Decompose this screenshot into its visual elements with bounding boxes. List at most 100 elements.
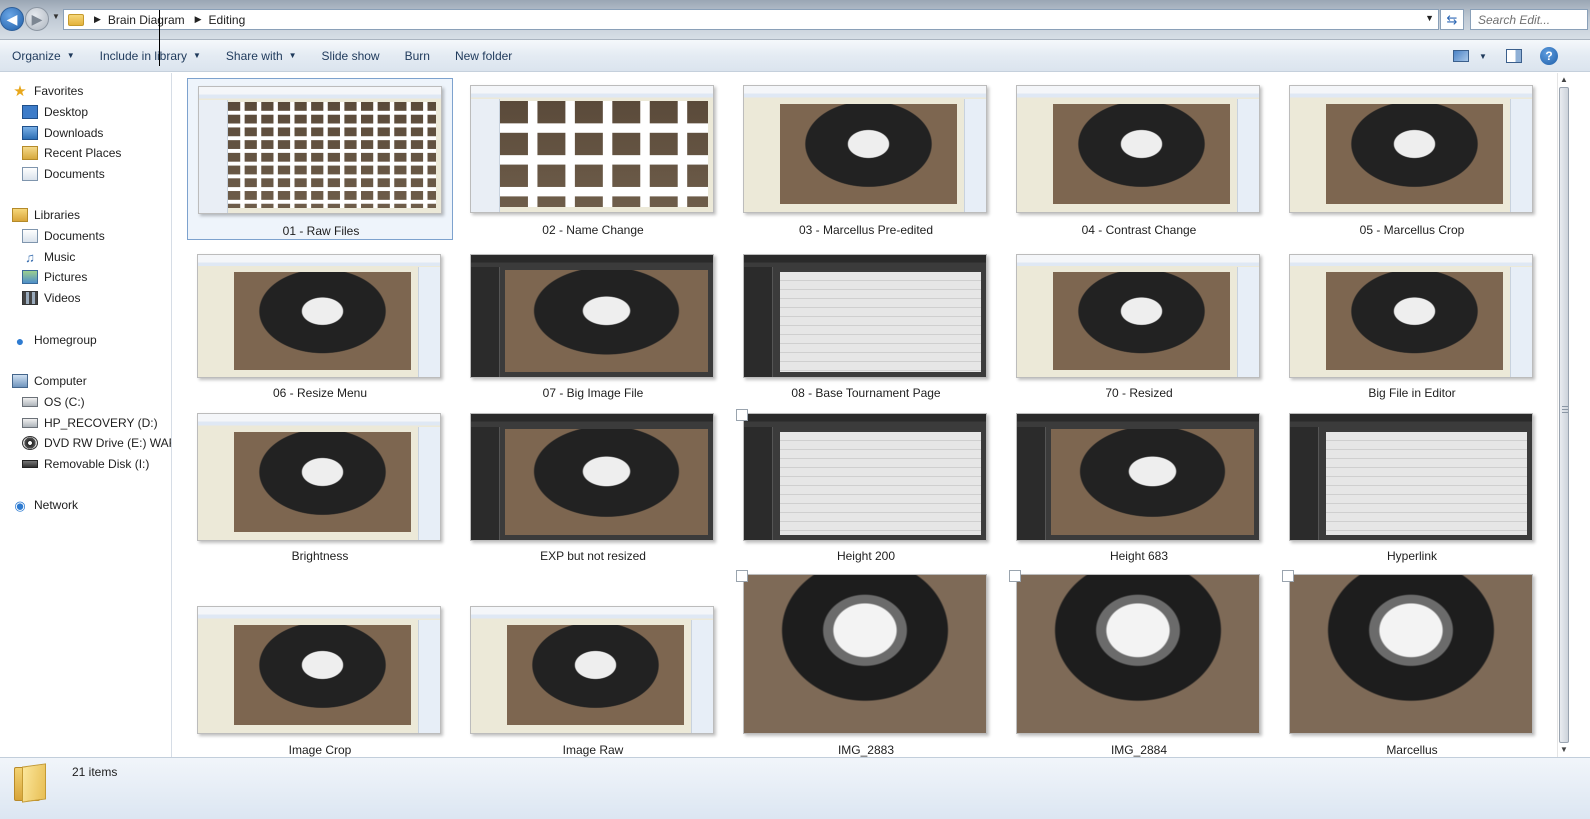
organize-menu[interactable]: Organize ▼: [12, 45, 82, 67]
sidebar-item-dvd-drive[interactable]: DVD RW Drive (E:) WAR2: [22, 433, 172, 453]
file-item[interactable]: Height 683: [1006, 406, 1272, 566]
homegroup-icon: ●: [15, 333, 25, 349]
file-item[interactable]: Hyperlink: [1279, 406, 1545, 566]
select-checkbox[interactable]: [1282, 570, 1294, 582]
chevron-down-icon: ▼: [288, 51, 297, 60]
chevron-down-icon: ▼: [66, 51, 75, 60]
file-thumbnail: [198, 86, 442, 214]
forward-button[interactable]: ▶: [25, 7, 49, 31]
sidebar-item-label: Music: [44, 250, 76, 264]
sidebar-item-libraries[interactable]: Libraries: [12, 205, 80, 225]
file-thumbnail: [470, 606, 714, 734]
preview-pane-button[interactable]: [1503, 46, 1525, 66]
scroll-grip-icon: [1562, 406, 1568, 414]
file-item[interactable]: Marcellus: [1279, 567, 1545, 757]
sidebar-item-removable-disk[interactable]: Removable Disk (I:): [22, 454, 149, 474]
file-item[interactable]: Big File in Editor: [1279, 247, 1545, 403]
recent-pages-dropdown[interactable]: ▼: [52, 12, 60, 21]
file-thumbnail: [1016, 574, 1260, 734]
refresh-button[interactable]: ⇆: [1440, 9, 1464, 30]
sidebar-item-label: DVD RW Drive (E:) WAR2: [44, 436, 172, 450]
recent-places-icon: [22, 146, 38, 160]
include-in-library-menu[interactable]: Include in library ▼: [100, 45, 208, 67]
sidebar-item-recent-places[interactable]: Recent Places: [22, 143, 121, 163]
select-checkbox[interactable]: [736, 409, 748, 421]
file-thumbnail: [1016, 85, 1260, 213]
sidebar-item-label: Network: [34, 498, 79, 512]
scrollbar-thumb[interactable]: [1559, 87, 1569, 743]
sidebar-item-os-c[interactable]: OS (C:): [22, 392, 85, 412]
file-item[interactable]: IMG_2883: [733, 567, 999, 757]
file-name: 08 - Base Tournament Page: [791, 386, 941, 400]
libraries-icon: [12, 208, 28, 222]
sidebar-item-music[interactable]: ♫ Music: [22, 247, 75, 267]
file-thumbnail: [470, 254, 714, 378]
file-item[interactable]: 05 - Marcellus Crop: [1279, 78, 1545, 240]
file-item[interactable]: 06 - Resize Menu: [187, 247, 453, 403]
scroll-down-icon[interactable]: ▼: [1558, 743, 1570, 757]
pictures-icon: [22, 270, 38, 284]
file-thumbnail: [1289, 254, 1533, 378]
videos-icon: [22, 291, 38, 305]
organize-label: Organize: [12, 48, 61, 63]
file-item[interactable]: 01 - Raw Files: [187, 78, 453, 240]
new-folder-button[interactable]: New folder: [455, 45, 519, 67]
slide-show-button[interactable]: Slide show: [322, 45, 387, 67]
sidebar-item-network[interactable]: ◉ Network: [12, 495, 78, 515]
star-icon: ★: [13, 83, 27, 100]
documents-icon: [22, 229, 38, 243]
change-view-button[interactable]: [1450, 46, 1472, 66]
back-button[interactable]: ◀: [0, 7, 24, 31]
file-item[interactable]: EXP but not resized: [460, 406, 726, 566]
file-thumbnail: [470, 85, 714, 213]
file-item[interactable]: Image Crop: [187, 567, 453, 757]
file-item[interactable]: Image Raw: [460, 567, 726, 757]
include-in-library-label: Include in library: [99, 48, 187, 63]
file-name: Big File in Editor: [1368, 386, 1456, 400]
sidebar-item-documents[interactable]: Documents: [22, 164, 105, 184]
chevron-right-icon[interactable]: ▶: [195, 14, 202, 25]
file-name: Image Crop: [288, 743, 352, 757]
file-thumbnail: [197, 254, 441, 378]
select-checkbox[interactable]: [1009, 570, 1021, 582]
sidebar-item-videos[interactable]: Videos: [22, 288, 80, 308]
file-item[interactable]: 07 - Big Image File: [460, 247, 726, 403]
file-item[interactable]: 70 - Resized: [1006, 247, 1272, 403]
sidebar-item-label: Computer: [34, 374, 87, 388]
music-icon: ♫: [25, 250, 35, 265]
sidebar-item-homegroup[interactable]: ● Homegroup: [12, 330, 97, 350]
file-item[interactable]: Brightness: [187, 406, 453, 566]
downloads-icon: [22, 126, 38, 140]
sidebar-item-downloads[interactable]: Downloads: [22, 123, 103, 143]
select-checkbox[interactable]: [736, 570, 748, 582]
file-item[interactable]: 08 - Base Tournament Page: [733, 247, 999, 403]
sidebar-item-library-documents[interactable]: Documents: [22, 226, 105, 246]
file-item[interactable]: 02 - Name Change: [460, 78, 726, 240]
vertical-scrollbar[interactable]: ▲ ▼: [1557, 73, 1570, 757]
chevron-right-icon[interactable]: ▶: [94, 14, 101, 25]
sidebar-item-computer[interactable]: Computer: [12, 371, 87, 391]
help-button[interactable]: ?: [1538, 46, 1560, 66]
file-item[interactable]: 04 - Contrast Change: [1006, 78, 1272, 240]
breadcrumb-editing[interactable]: Editing: [209, 13, 246, 27]
file-item[interactable]: IMG_2884: [1006, 567, 1272, 757]
sidebar-item-pictures[interactable]: Pictures: [22, 267, 87, 287]
sidebar-item-hp-recovery[interactable]: HP_RECOVERY (D:): [22, 413, 158, 433]
scroll-up-icon[interactable]: ▲: [1558, 73, 1570, 87]
sidebar-item-favorites[interactable]: ★ Favorites: [12, 81, 83, 101]
hard-drive-icon: [22, 418, 38, 428]
file-name: EXP but not resized: [540, 549, 646, 563]
sidebar-item-desktop[interactable]: Desktop: [22, 102, 88, 122]
share-with-menu[interactable]: Share with ▼: [226, 45, 304, 67]
file-name: Height 200: [836, 549, 896, 563]
file-thumbnail: [197, 413, 441, 541]
chevron-down-icon[interactable]: ▼: [1425, 13, 1434, 23]
search-input[interactable]: Search Edit...: [1470, 9, 1588, 30]
breadcrumb-brain-diagram[interactable]: Brain Diagram: [108, 13, 185, 27]
burn-button[interactable]: Burn: [405, 45, 437, 67]
file-item[interactable]: 03 - Marcellus Pre-edited: [733, 78, 999, 240]
file-name: 01 - Raw Files: [282, 224, 360, 238]
path-box[interactable]: ▶ Brain Diagram ▶ Editing ▼: [63, 9, 1439, 30]
file-item[interactable]: Height 200: [733, 406, 999, 566]
view-options-dropdown[interactable]: ▼: [1472, 46, 1494, 66]
